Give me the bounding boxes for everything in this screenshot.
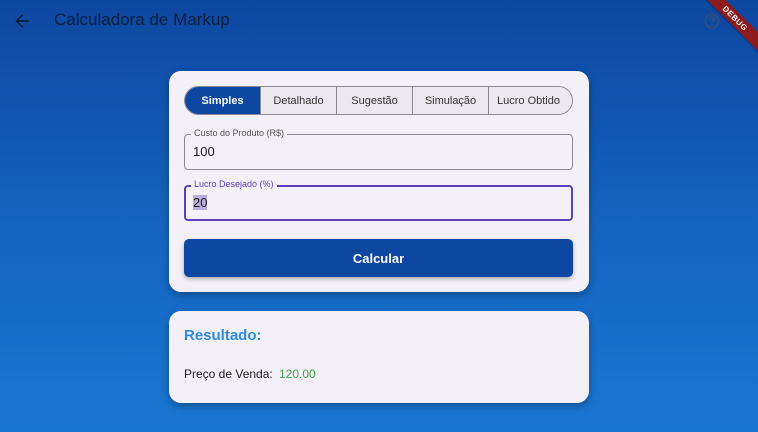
cost-field-value[interactable]: 100 bbox=[193, 144, 215, 159]
tab-sugestao[interactable]: Sugestão bbox=[336, 87, 412, 114]
tab-simples[interactable]: Simples bbox=[185, 87, 260, 114]
profit-field-label: Lucro Desejado (%) bbox=[191, 179, 277, 189]
tab-lucro-obtido[interactable]: Lucro Obtido bbox=[488, 87, 572, 114]
sale-price-value: 120.00 bbox=[279, 367, 316, 381]
sale-price-label: Preço de Venda: bbox=[184, 367, 273, 381]
page-title: Calculadora de Markup bbox=[54, 10, 230, 29]
debug-banner: DEBUG bbox=[698, 0, 758, 60]
arrow-left-icon[interactable] bbox=[12, 11, 32, 31]
calculator-card: Simples Detalhado Sugestão Simulação Luc… bbox=[169, 71, 589, 292]
profit-field[interactable]: Lucro Desejado (%) 20 bbox=[184, 179, 573, 221]
debug-banner-label: DEBUG bbox=[698, 0, 758, 55]
app-bar: Calculadora de Markup bbox=[0, 0, 758, 42]
mode-tabs: Simples Detalhado Sugestão Simulação Luc… bbox=[184, 86, 573, 115]
tab-simulacao[interactable]: Simulação bbox=[412, 87, 488, 114]
result-card: Resultado: Preço de Venda: 120.00 bbox=[169, 311, 589, 403]
cost-field-label: Custo do Produto (R$) bbox=[191, 128, 288, 138]
tab-detalhado[interactable]: Detalhado bbox=[260, 87, 336, 114]
profit-field-value[interactable]: 20 bbox=[193, 195, 208, 210]
cost-field[interactable]: Custo do Produto (R$) 100 bbox=[184, 128, 573, 170]
calculate-button[interactable]: Calcular bbox=[184, 239, 573, 277]
result-title: Resultado: bbox=[184, 327, 262, 344]
